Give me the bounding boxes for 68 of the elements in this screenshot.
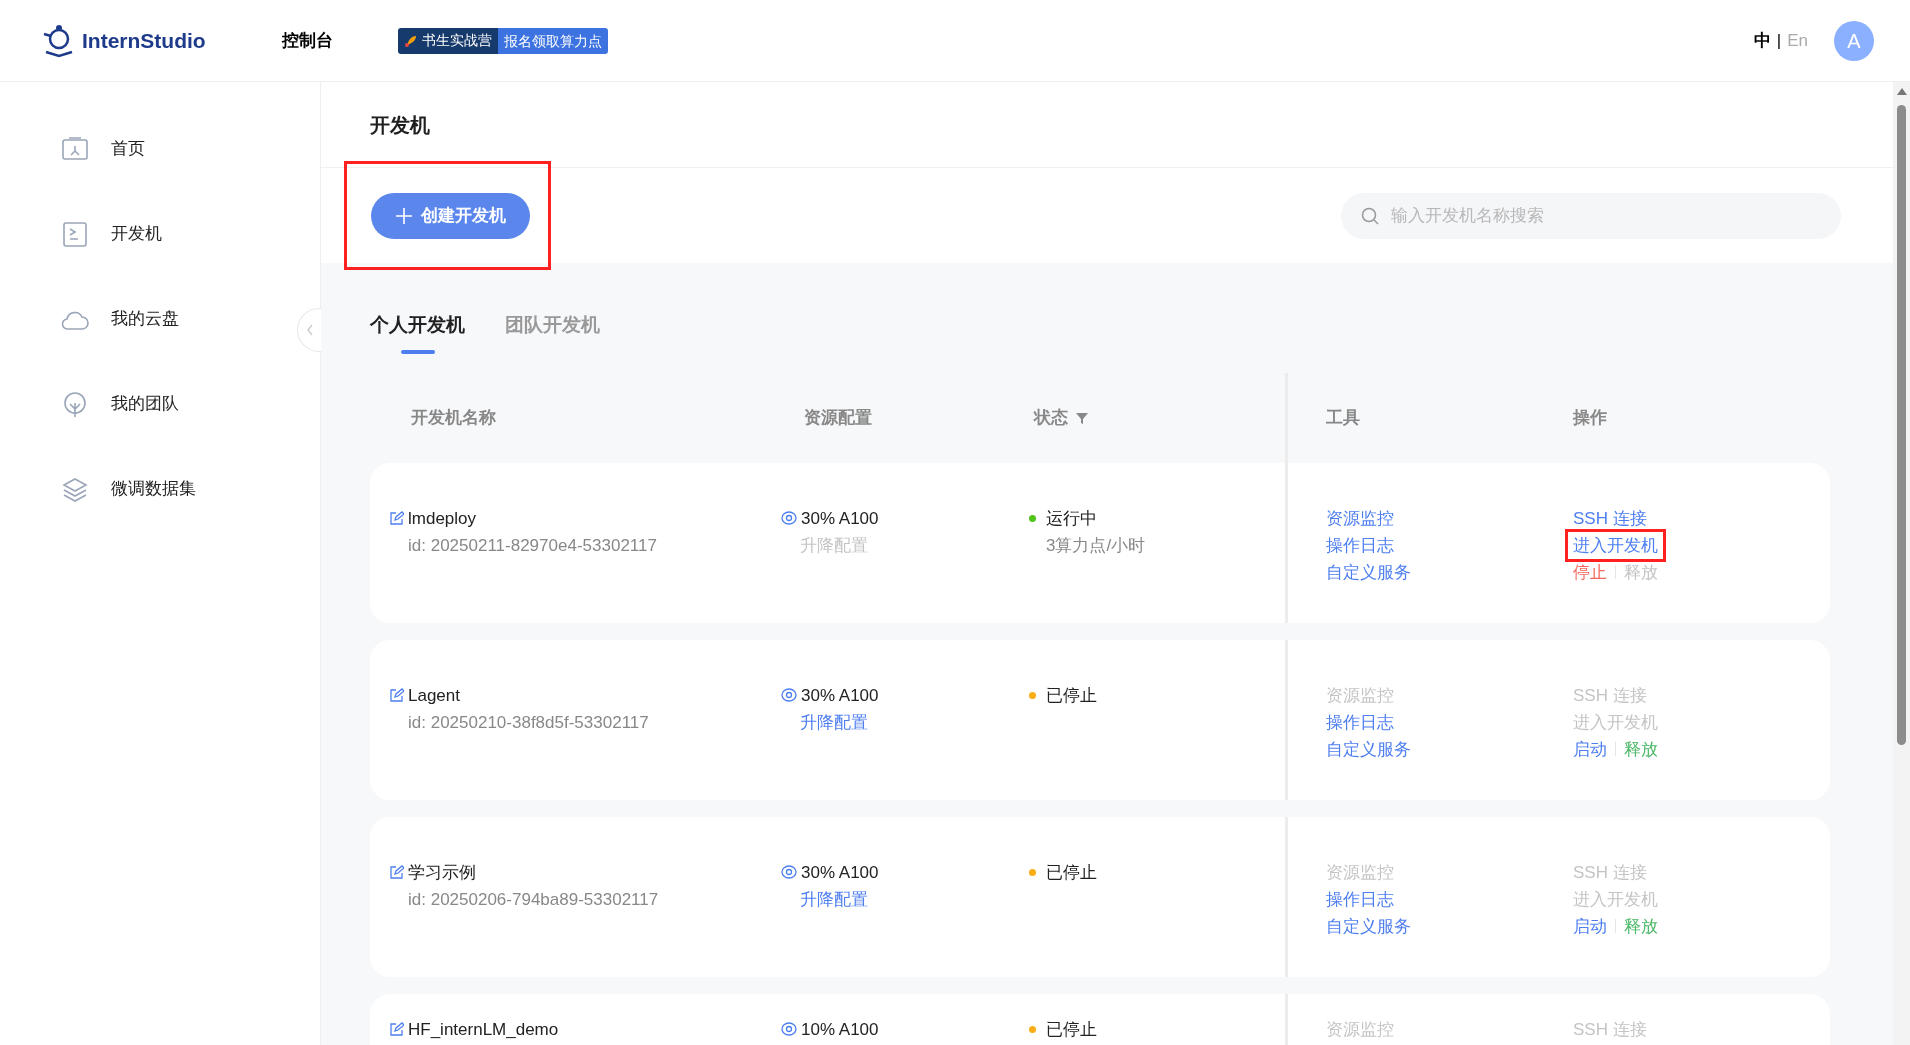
language-option[interactable]: 中 xyxy=(1753,27,1771,54)
resource-spec: 30% A100 xyxy=(801,684,879,707)
sidebar-item[interactable]: 我的团队 xyxy=(61,389,179,419)
machine-id: id: 20250210-38f8d5f-53302117 xyxy=(407,711,650,734)
scrollbar[interactable] xyxy=(1893,82,1910,1045)
create-button[interactable]: 创建开发机 xyxy=(371,193,530,239)
machine-name: 学习示例 xyxy=(408,861,476,884)
eye-icon xyxy=(781,1022,797,1036)
sidebar-item[interactable]: 首页 xyxy=(61,134,145,164)
tool-link[interactable]: 自定义服务 xyxy=(1326,558,1411,586)
rocket-icon xyxy=(403,33,418,48)
tool-link[interactable]: 资源监控 xyxy=(1326,504,1394,532)
edit-icon xyxy=(389,864,404,880)
tool-link[interactable]: 自定义服务 xyxy=(1326,912,1411,940)
upgrade-link[interactable]: 升降配置 xyxy=(781,708,1029,736)
resource-spec: 10% A100 xyxy=(801,1018,879,1041)
user-avatar[interactable]: A xyxy=(1834,20,1874,61)
status-text: 已停止 xyxy=(1046,1018,1097,1041)
machine-name: Lagent xyxy=(408,684,460,707)
tab[interactable]: 个人开发机 xyxy=(370,311,465,354)
tool-link[interactable]: 操作日志 xyxy=(1326,708,1394,736)
tab[interactable]: 团队开发机 xyxy=(505,311,600,354)
chevron-left-icon xyxy=(305,324,314,336)
upgrade-link[interactable]: 升降配置 xyxy=(781,885,1029,913)
status-text: 运行中 xyxy=(1046,507,1097,530)
tree-icon xyxy=(61,390,89,418)
eye-icon xyxy=(781,865,797,879)
column-header: 开发机名称 xyxy=(410,406,496,429)
action-link[interactable]: 进入开发机 xyxy=(1565,528,1666,562)
resource-spec: 30% A100 xyxy=(801,507,879,530)
machine-id: id: 20250206-794ba89-53302117 xyxy=(407,888,660,911)
edit-icon xyxy=(389,510,404,526)
column-header: 资源配置 xyxy=(803,406,872,429)
action-link[interactable]: 释放 xyxy=(1624,912,1658,940)
tool-link[interactable]: 操作日志 xyxy=(1326,885,1394,913)
resource-spec: 30% A100 xyxy=(801,861,879,884)
price-text: 3算力点/小时 xyxy=(1045,534,1147,557)
plus-icon xyxy=(395,207,413,225)
column-header: 操作 xyxy=(1573,406,1607,429)
action-link[interactable]: 启动 xyxy=(1573,912,1607,940)
home-icon xyxy=(61,135,89,163)
language-separator: | xyxy=(1776,29,1782,52)
machine-id: id: 20250211-82970e4-53302117 xyxy=(407,534,658,557)
sidebar-item[interactable]: 微调数据集 xyxy=(61,474,196,504)
edit-icon xyxy=(389,1021,404,1037)
action-link[interactable]: 启动 xyxy=(1573,735,1607,763)
sidebar-item[interactable]: 我的云盘 xyxy=(61,304,179,334)
tool-link[interactable]: 操作日志 xyxy=(1326,531,1394,559)
action-link[interactable]: 释放 xyxy=(1624,735,1658,763)
nav-link[interactable]: 控制台 xyxy=(281,27,333,54)
sidebar-item[interactable]: 开发机 xyxy=(61,219,162,249)
page-title: 开发机 xyxy=(370,112,430,138)
terminal-icon xyxy=(61,220,89,248)
eye-icon xyxy=(781,688,797,702)
layers-icon xyxy=(61,475,89,503)
column-header: 工具 xyxy=(1326,406,1360,429)
status-text: 已停止 xyxy=(1046,684,1097,707)
language-option[interactable]: En xyxy=(1787,27,1808,54)
tool-link[interactable]: 自定义服务 xyxy=(1326,735,1411,763)
status-text: 已停止 xyxy=(1046,861,1097,884)
machine-name: lmdeploy xyxy=(408,507,477,530)
filter-icon xyxy=(1076,411,1088,424)
column-header[interactable]: 状态 xyxy=(1029,404,1088,431)
eye-icon xyxy=(781,511,797,525)
logo-text: InternStudio xyxy=(82,27,206,54)
edit-icon xyxy=(389,687,404,703)
machine-name: HF_internLM_demo xyxy=(408,1018,559,1041)
search-field[interactable]: 输入开发机名称搜索 xyxy=(1341,192,1841,239)
